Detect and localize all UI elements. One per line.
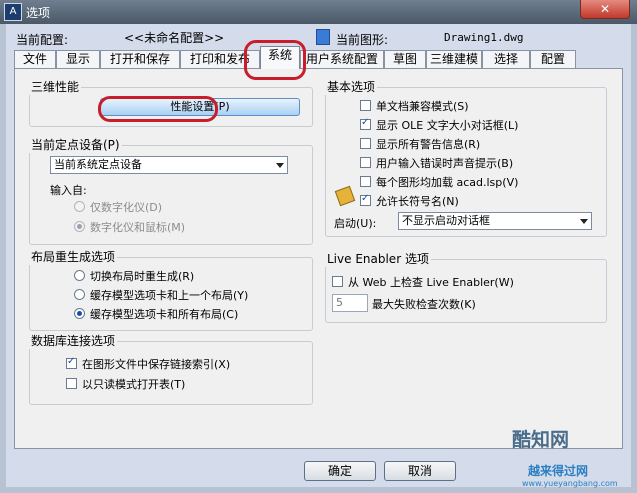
pointing-device-value: 当前系统定点设备 — [54, 158, 142, 171]
current-config-label: 当前配置: — [16, 33, 69, 47]
show-warnings-label: 显示所有警告信息(R) — [376, 138, 481, 151]
watermark-kuzhi: 酷知网 — [512, 429, 570, 451]
drawing-icon — [316, 29, 330, 45]
tab-drafting[interactable]: 草图 — [384, 50, 426, 68]
dropdown-arrow-icon — [276, 163, 284, 168]
cache-model-last-radio[interactable] — [74, 289, 85, 300]
digitizer-and-mouse-label: 数字化仪和鼠标(M) — [90, 221, 186, 234]
watermark-url: www.yueyangbang.com — [522, 479, 618, 488]
watermark-site-name: 越来得过网 — [528, 464, 589, 478]
load-acad-lsp-label: 每个图形均加载 acad.lsp(V) — [376, 176, 519, 189]
tab-files[interactable]: 文件 — [14, 50, 56, 68]
tab-display[interactable]: 显示 — [56, 50, 100, 68]
current-config-value: <<未命名配置>> — [124, 31, 225, 45]
open-tables-readonly-checkbox[interactable] — [66, 378, 77, 389]
show-warnings-checkbox[interactable] — [360, 138, 371, 149]
pointing-device-title: 当前定点设备(P) — [29, 136, 122, 153]
performance-settings-button[interactable]: 性能设置(P) — [100, 98, 300, 116]
max-fail-checks-input[interactable]: 5 — [332, 294, 368, 312]
save-link-index-label: 在图形文件中保存链接索引(X) — [82, 358, 231, 371]
beep-on-error-checkbox[interactable] — [360, 157, 371, 168]
live-enabler-title: Live Enabler 选项 — [325, 250, 431, 267]
tab-profiles[interactable]: 配置 — [530, 50, 576, 68]
startup-value: 不显示启动对话框 — [402, 214, 490, 227]
sdi-mode-checkbox[interactable] — [360, 100, 371, 111]
current-drawing-label: 当前图形: — [336, 33, 389, 47]
beep-on-error-label: 用户输入错误时声音提示(B) — [376, 157, 514, 170]
check-web-live-enabler-label: 从 Web 上检查 Live Enabler(W) — [348, 276, 514, 289]
long-symbol-names-checkbox[interactable] — [360, 193, 371, 206]
close-button[interactable]: ✕ — [580, 0, 630, 19]
sdi-mode-label: 单文档兼容模式(S) — [376, 100, 469, 113]
general-options-title: 基本选项 — [325, 78, 378, 95]
tab-3d-modeling[interactable]: 三维建模 — [426, 50, 482, 68]
options-dialog: A 选项 ✕ 当前配置: <<未命名配置>> 当前图形: Drawing1.dw… — [0, 0, 637, 493]
tab-user-preferences[interactable]: 用户系统配置 — [300, 50, 384, 68]
db-connect-title: 数据库连接选项 — [29, 332, 118, 349]
save-link-index-checkbox[interactable] — [66, 356, 77, 369]
digitizer-only-label: 仅数字化仪(D) — [90, 201, 163, 214]
tab-open-save[interactable]: 打开和保存 — [100, 50, 180, 68]
digitizer-only-radio[interactable] — [74, 201, 85, 212]
load-acad-lsp-checkbox[interactable] — [360, 176, 371, 187]
long-symbol-names-label: 允许长符号名(N) — [376, 195, 459, 208]
window-title: 选项 — [26, 6, 51, 20]
layout-regen-group: 布局重生成选项 切换布局时重生成(R) 缓存模型选项卡和上一个布局(Y) 缓存模… — [29, 248, 313, 331]
window-frame-left — [0, 24, 6, 493]
pointing-device-group: 当前定点设备(P) 当前系统定点设备 输入自: 仅数字化仪(D) 数字化仪和鼠标… — [29, 136, 313, 245]
ole-text-size-checkbox[interactable] — [360, 117, 371, 130]
digitizer-and-mouse-radio[interactable] — [74, 221, 85, 232]
layout-regen-title: 布局重生成选项 — [29, 248, 118, 265]
startup-label: 启动(U): — [334, 217, 377, 230]
system-tab-panel: 三维性能 性能设置(P) 当前定点设备(P) 当前系统定点设备 输入自: 仅数字… — [14, 68, 623, 449]
open-tables-readonly-label: 以只读模式打开表(T) — [82, 378, 186, 391]
startup-select[interactable]: 不显示启动对话框 — [398, 212, 592, 230]
input-from-label: 输入自: — [50, 184, 87, 197]
cache-model-all-label: 缓存模型选项卡和所有布局(C) — [90, 308, 239, 321]
cancel-button[interactable]: 取消 — [384, 461, 456, 481]
3d-performance-group: 三维性能 性能设置(P) — [29, 78, 313, 127]
ok-button[interactable]: 确定 — [304, 461, 376, 481]
cache-model-all-radio[interactable] — [74, 308, 85, 319]
title-bar[interactable]: A 选项 ✕ — [0, 0, 637, 24]
regen-on-switch-label: 切换布局时重生成(R) — [90, 270, 195, 283]
3d-performance-title: 三维性能 — [29, 78, 82, 95]
db-connect-group: 数据库连接选项 在图形文件中保存链接索引(X) 以只读模式打开表(T) — [29, 332, 313, 405]
check-web-live-enabler-checkbox[interactable] — [332, 276, 343, 287]
window-frame-right — [631, 24, 637, 493]
max-fail-checks-label: 最大失败检查次数(K) — [372, 298, 476, 311]
current-drawing-value: Drawing1.dwg — [444, 31, 524, 44]
dropdown-arrow-icon — [580, 219, 588, 224]
tab-system[interactable]: 系统 — [260, 46, 300, 69]
live-enabler-group: Live Enabler 选项 从 Web 上检查 Live Enabler(W… — [325, 250, 607, 323]
pointing-device-select[interactable]: 当前系统定点设备 — [50, 156, 288, 174]
cache-model-last-label: 缓存模型选项卡和上一个布局(Y) — [90, 289, 249, 302]
general-options-group: 基本选项 单文档兼容模式(S) 显示 OLE 文字大小对话框(L) 显示所有警告… — [325, 78, 607, 237]
regen-on-switch-radio[interactable] — [74, 270, 85, 281]
app-icon: A — [4, 3, 22, 21]
tab-selection[interactable]: 选择 — [482, 50, 530, 68]
tab-plot-publish[interactable]: 打印和发布 — [180, 50, 260, 68]
ole-text-size-label: 显示 OLE 文字大小对话框(L) — [376, 119, 519, 132]
